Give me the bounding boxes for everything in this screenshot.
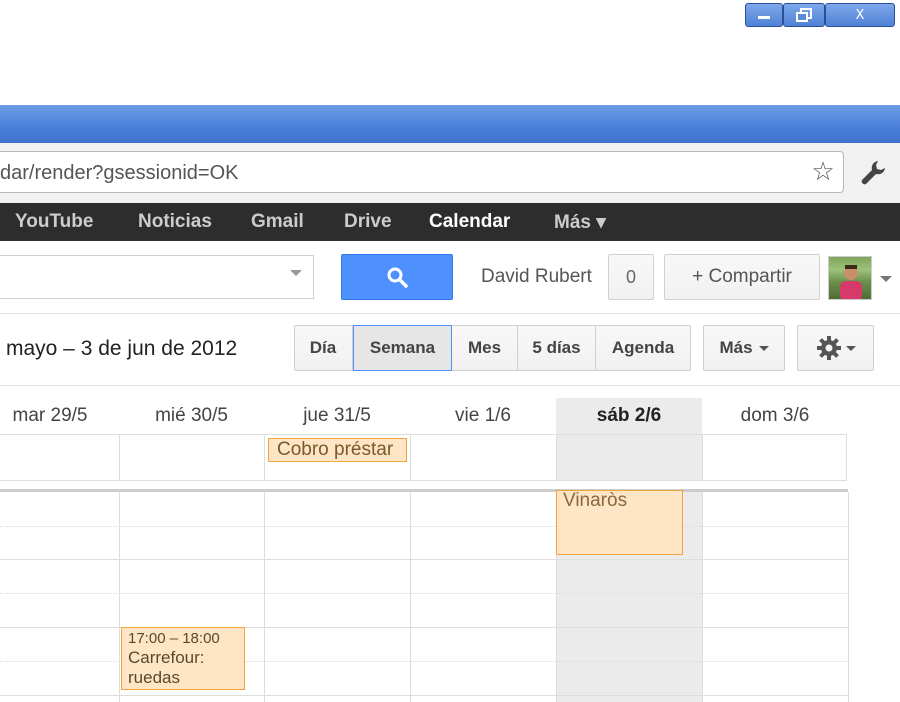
day-header-fri[interactable]: vie 1/6 (410, 398, 556, 434)
column-divider (702, 434, 703, 481)
more-label: Más (719, 338, 753, 357)
column-divider (264, 492, 265, 702)
gbar-item-more[interactable]: Más ▾ (554, 211, 606, 234)
view-5days-button[interactable]: 5 días (518, 325, 596, 371)
allday-row[interactable] (0, 434, 847, 481)
half-hour-line (0, 526, 848, 527)
hour-line (0, 559, 848, 560)
window-title-bar (0, 105, 900, 143)
event-cobro[interactable]: Cobro préstar (268, 438, 407, 462)
day-header-thu[interactable]: jue 31/5 (264, 398, 410, 434)
settings-button[interactable] (797, 325, 874, 371)
notification-count-button[interactable]: 0 (608, 254, 654, 300)
gbar-item-noticias[interactable]: Noticias (138, 211, 212, 233)
chevron-down-icon (758, 345, 769, 351)
column-divider (119, 492, 120, 702)
half-hour-line (0, 593, 848, 594)
bookmark-star-icon[interactable]: ☆ (808, 157, 838, 187)
avatar[interactable] (828, 256, 872, 300)
column-divider (702, 492, 703, 702)
restore-icon (796, 8, 812, 22)
event-vinaros[interactable]: Vinaròs (556, 490, 683, 555)
share-button[interactable]: + Compartir (664, 254, 820, 300)
more-button[interactable]: Más (703, 325, 785, 371)
gbar-item-youtube[interactable]: YouTube (15, 211, 93, 233)
date-range-title: mayo – 3 de jun de 2012 (6, 337, 238, 360)
account-chevron-down-icon[interactable] (880, 276, 892, 282)
event-title: Carrefour: ruedas (128, 648, 205, 687)
hour-line (0, 695, 848, 696)
search-button[interactable] (341, 254, 453, 300)
event-time: 17:00 – 18:00 (128, 630, 220, 647)
gear-icon (816, 336, 841, 360)
day-header-sun[interactable]: dom 3/6 (702, 398, 848, 434)
minimize-icon (758, 16, 770, 19)
gbar-item-calendar[interactable]: Calendar (429, 211, 510, 233)
search-options-chevron-down-icon[interactable] (290, 270, 302, 276)
day-header-wed[interactable]: mié 30/5 (119, 398, 264, 434)
column-divider (264, 434, 265, 481)
close-icon: X (855, 7, 865, 23)
gbar-item-drive[interactable]: Drive (344, 211, 392, 233)
divider (0, 385, 900, 386)
wrench-icon[interactable] (858, 157, 890, 189)
day-header-sat-today[interactable]: sáb 2/6 (556, 398, 702, 434)
view-month-button[interactable]: Mes (452, 325, 518, 371)
search-icon (387, 267, 408, 288)
event-carrefour[interactable]: 17:00 – 18:00 Carrefour: ruedas (121, 627, 245, 690)
view-week-button[interactable]: Semana (353, 325, 452, 371)
day-header-tue[interactable]: mar 29/5 (0, 398, 120, 434)
restore-button[interactable] (783, 3, 825, 27)
notification-count: 0 (625, 266, 636, 287)
chevron-down-icon (845, 345, 856, 351)
view-day-button[interactable]: Día (294, 325, 353, 371)
column-divider (119, 434, 120, 481)
address-bar-url: dar/render?gsessionid=OK (0, 162, 239, 184)
share-label: + Compartir (692, 266, 792, 287)
minimize-button[interactable] (745, 3, 783, 27)
close-button[interactable]: X (825, 3, 895, 27)
gbar-item-gmail[interactable]: Gmail (251, 211, 304, 233)
view-agenda-button[interactable]: Agenda (596, 325, 690, 371)
column-divider (556, 434, 557, 481)
column-divider (410, 434, 411, 481)
search-input[interactable] (0, 255, 314, 299)
user-name[interactable]: David Rubert (481, 266, 592, 288)
column-divider (410, 492, 411, 702)
